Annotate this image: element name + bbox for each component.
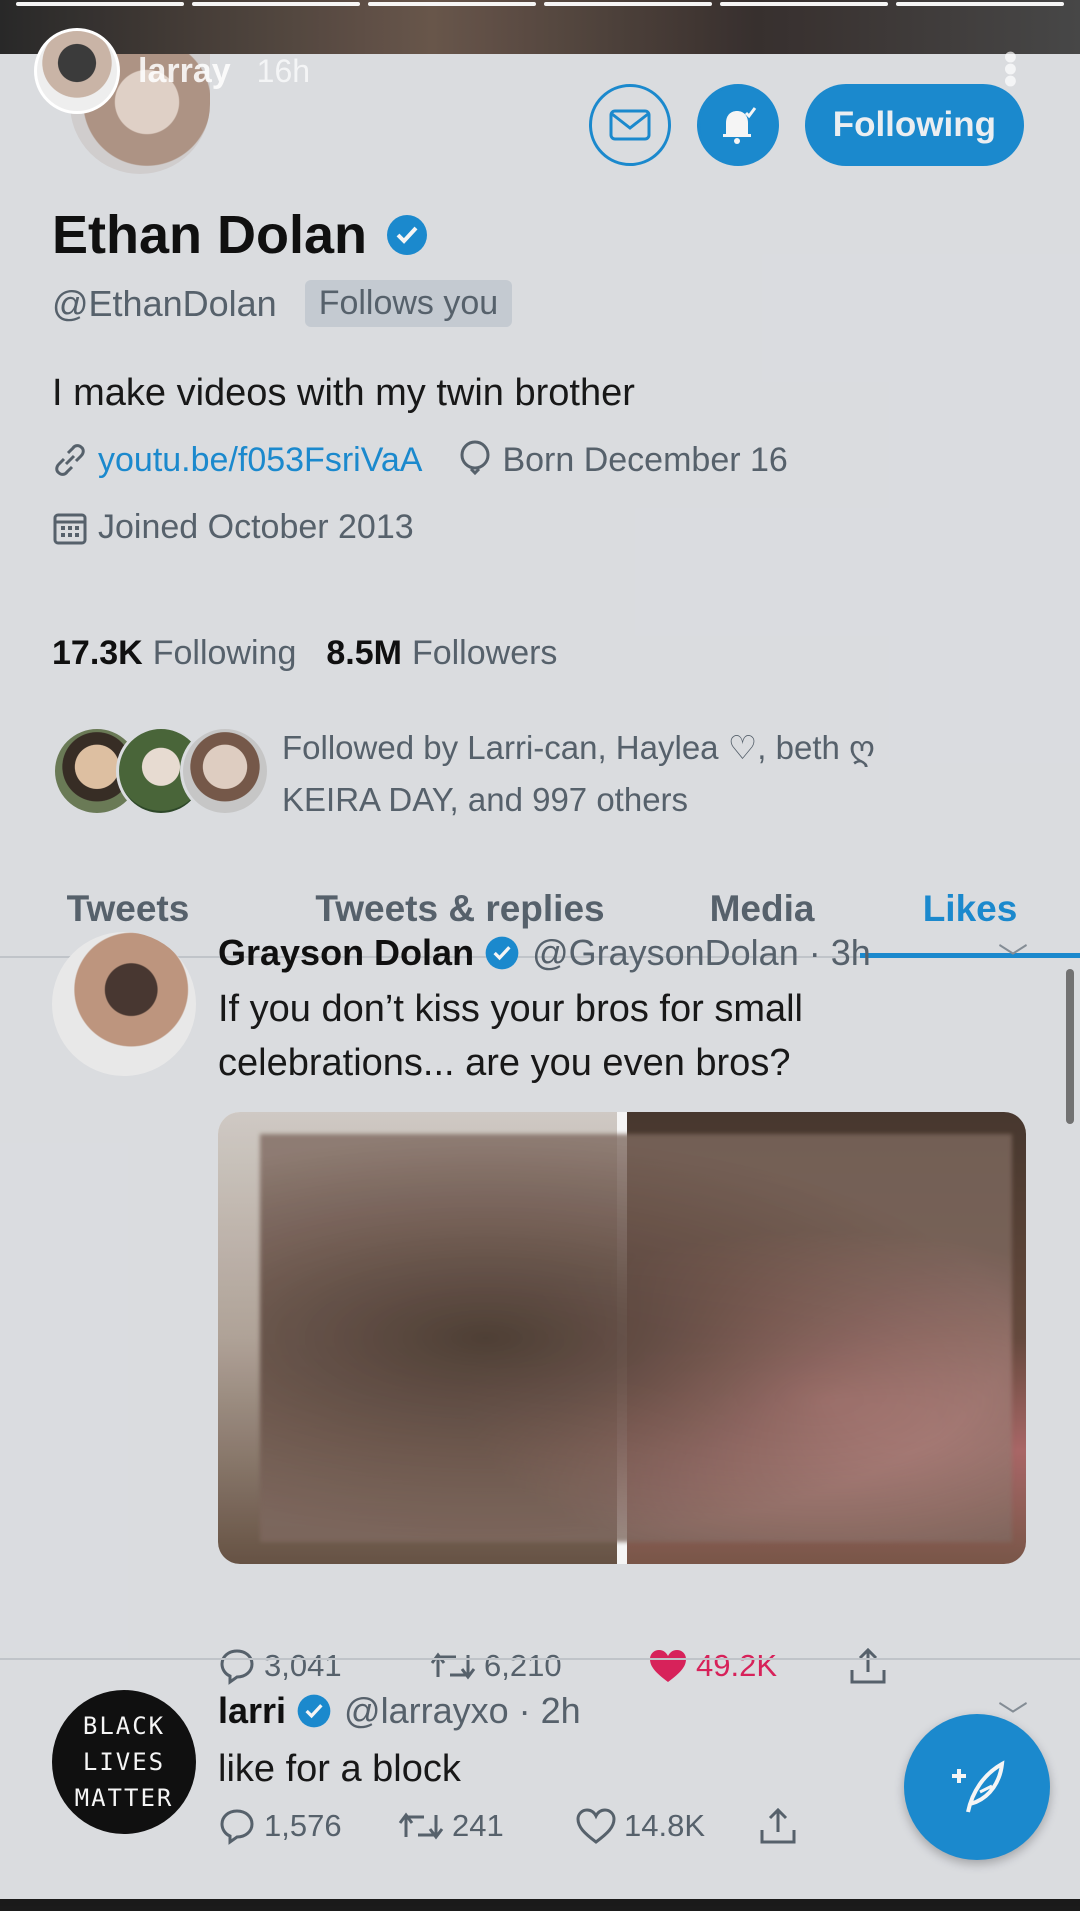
compose-tweet-button[interactable] (904, 1714, 1050, 1860)
tweet-header: Grayson Dolan @GraysonDolan · 3h (218, 932, 871, 974)
retweet-button[interactable]: 241 (398, 1808, 576, 1844)
avatar-text: MATTER (74, 1784, 174, 1812)
notifications-button[interactable] (696, 84, 779, 166)
story-progress-bar (16, 2, 1064, 6)
reply-icon (220, 1809, 254, 1845)
story-viewer: larray 16h ••• Following Ethan Dolan @Et… (0, 0, 1080, 1911)
tweet-divider (0, 1658, 1080, 1660)
progress-segment (368, 2, 536, 6)
tweet-author-avatar[interactable]: BLACK LIVES MATTER (52, 1690, 196, 1834)
reply-count: 3,041 (264, 1648, 342, 1683)
profile-counts: 17.3K Following 8.5M Followers (52, 634, 587, 673)
followers-count-link[interactable]: 8.5M Followers (326, 634, 557, 673)
progress-segment (896, 2, 1064, 6)
tweet-text: like for a block (218, 1748, 461, 1790)
progress-segment (544, 2, 712, 6)
retweet-count: 6,210 (484, 1648, 562, 1683)
followed-by-line: KEIRA DAY, and 997 others (282, 781, 689, 818)
reply-icon (220, 1649, 254, 1685)
share-icon (850, 1647, 886, 1684)
tweet-text: If you don’t kiss your bros for small ce… (218, 988, 803, 1084)
followed-by-text: Followed by Larri-can, Haylea ♡, beth ღ … (282, 722, 1002, 826)
story-timestamp: 16h (256, 52, 311, 89)
twitter-profile-screenshot: Following Ethan Dolan @EthanDolan Follow… (0, 54, 1080, 1899)
retweet-count: 241 (452, 1808, 504, 1843)
profile-handle-row: @EthanDolan Follows you (52, 280, 513, 327)
profile-name: Ethan Dolan (52, 205, 368, 265)
profile-birthday: Born December 16 (458, 440, 788, 480)
tweet-actions: 3,041 6,210 49.2K (218, 1646, 896, 1686)
tweet-author-handle: @GraysonDolan · 3h (532, 932, 871, 973)
share-button[interactable] (848, 1646, 896, 1686)
verified-badge-icon (485, 936, 519, 970)
profile-joined-text: Joined October 2013 (98, 508, 414, 546)
follows-you-badge: Follows you (304, 280, 513, 327)
more-options-icon[interactable]: ••• (987, 50, 1032, 86)
progress-segment (720, 2, 888, 6)
share-icon (760, 1807, 796, 1844)
followers-label: Followers (411, 634, 558, 672)
reply-count: 1,576 (264, 1808, 342, 1843)
blurred-region (260, 1134, 1012, 1542)
compose-feather-icon (952, 1760, 1005, 1813)
like-count: 49.2K (696, 1648, 778, 1683)
envelope-icon (609, 109, 651, 141)
followed-by[interactable]: Followed by Larri-can, Haylea ♡, beth ღ … (52, 722, 1002, 826)
scrollbar[interactable] (1066, 969, 1074, 1124)
verified-badge-icon (387, 215, 428, 255)
profile-joined-row: Joined October 2013 (52, 508, 450, 547)
like-button[interactable]: 49.2K (648, 1648, 848, 1684)
followers-count: 8.5M (326, 634, 402, 672)
chevron-down-icon[interactable]: ﹀ (998, 934, 1028, 978)
profile-handle: @EthanDolan (52, 282, 277, 324)
reply-button[interactable]: 3,041 (218, 1647, 430, 1685)
avatar-text: LIVES (82, 1748, 166, 1776)
retweet-icon (398, 1812, 444, 1840)
profile-joined: Joined October 2013 (52, 508, 414, 547)
following-count-link[interactable]: 17.3K Following (52, 634, 296, 673)
like-button[interactable]: 14.8K (576, 1808, 758, 1844)
followed-by-avatars (52, 722, 270, 818)
story-header: larray 16h (34, 28, 310, 114)
following-button[interactable]: Following (804, 84, 1024, 166)
profile-name-row: Ethan Dolan (52, 204, 429, 266)
story-avatar[interactable] (34, 28, 120, 114)
tweet-header: larri @larrayxo · 2h (218, 1690, 581, 1732)
tweet-author-name[interactable]: larri (218, 1690, 286, 1732)
retweet-icon (430, 1652, 476, 1680)
like-count: 14.8K (624, 1808, 706, 1843)
following-label: Following (152, 634, 297, 672)
tweet-actions: 1,576 241 14.8K (218, 1806, 806, 1846)
tweet-author-handle: @larrayxo · 2h (344, 1690, 581, 1731)
message-button[interactable] (588, 84, 671, 166)
reply-button[interactable]: 1,576 (218, 1807, 398, 1845)
verified-badge-icon (297, 1694, 331, 1728)
balloon-icon (460, 440, 490, 476)
retweet-button[interactable]: 6,210 (430, 1648, 648, 1684)
profile-birthday-text: Born December 16 (502, 440, 788, 479)
share-button[interactable] (758, 1806, 806, 1846)
profile-link[interactable]: youtu.be/f053FsriVaA (52, 441, 422, 480)
tweet-media[interactable] (218, 1112, 1026, 1564)
calendar-icon (53, 513, 87, 544)
progress-segment (16, 2, 184, 6)
avatar-text: BLACK (82, 1712, 166, 1740)
profile-bio: I make videos with my twin brother (52, 372, 635, 414)
tweet-author-avatar[interactable] (52, 932, 196, 1076)
story-username[interactable]: larray (138, 52, 231, 91)
tab-likes[interactable]: Likes (860, 862, 1080, 958)
followed-by-line: Followed by Larri-can, Haylea ♡, beth ღ (282, 729, 875, 766)
avatar (180, 726, 270, 816)
profile-actions: Following (588, 84, 1024, 166)
progress-segment (192, 2, 360, 6)
heart-icon (650, 1650, 686, 1682)
following-count: 17.3K (52, 634, 143, 672)
heart-icon (576, 1808, 616, 1844)
profile-link-text[interactable]: youtu.be/f053FsriVaA (98, 441, 422, 480)
link-icon (55, 444, 85, 476)
tweet-author-name[interactable]: Grayson Dolan (218, 932, 474, 974)
profile-meta-row: youtu.be/f053FsriVaA Born December 16 (52, 440, 824, 480)
bell-icon (722, 107, 756, 144)
